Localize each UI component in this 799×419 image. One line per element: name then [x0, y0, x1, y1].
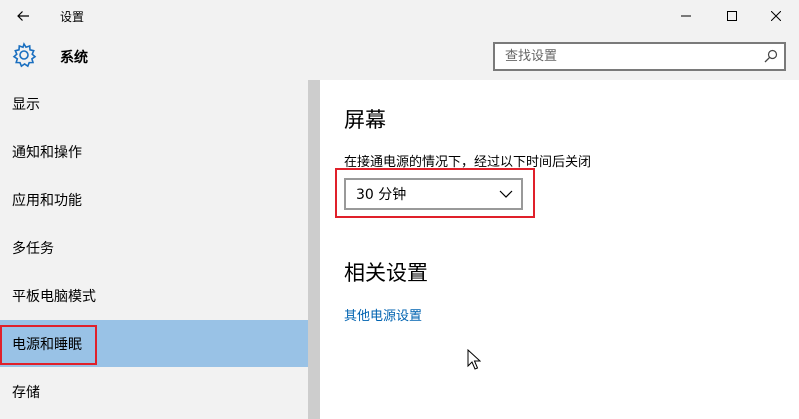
maximize-button[interactable]	[709, 0, 755, 32]
screen-timeout-value: 30 分钟	[356, 187, 407, 203]
sidebar-item-tablet-mode[interactable]: 平板电脑模式	[0, 272, 308, 319]
main-content	[320, 80, 799, 419]
minimize-button[interactable]	[663, 0, 709, 32]
sidebar-item-label: 平板电脑模式	[12, 288, 96, 305]
window-title: 设置	[60, 10, 85, 24]
sidebar-item-label: 显示	[12, 96, 40, 113]
search-box[interactable]	[493, 42, 786, 71]
mouse-cursor-icon	[467, 349, 481, 370]
close-button[interactable]	[753, 0, 799, 32]
gear-icon	[12, 42, 37, 68]
search-icon[interactable]	[764, 49, 778, 63]
sidebar-item-display[interactable]: 显示	[0, 80, 308, 127]
sidebar-item-power-sleep[interactable]: 电源和睡眠	[0, 320, 308, 367]
close-icon	[771, 11, 781, 21]
related-settings-title: 相关设置	[344, 261, 428, 285]
sidebar-item-label: 多任务	[12, 240, 54, 257]
sidebar-item-label: 通知和操作	[12, 144, 82, 161]
chevron-down-icon	[499, 190, 513, 198]
back-button[interactable]	[0, 0, 46, 32]
sidebar-item-storage[interactable]: 存储	[0, 368, 308, 415]
minimize-icon	[681, 15, 691, 17]
page-title: 系统	[60, 50, 88, 66]
sidebar-item-notifications[interactable]: 通知和操作	[0, 128, 308, 175]
sidebar-item-apps[interactable]: 应用和功能	[0, 176, 308, 223]
sidebar-item-label: 电源和睡眠	[12, 336, 82, 353]
arrow-left-icon	[17, 11, 29, 21]
maximize-icon	[727, 11, 737, 21]
screen-section-title: 屏幕	[344, 108, 386, 132]
sidebar-item-label: 存储	[12, 384, 40, 401]
page-header: 系统	[0, 32, 799, 80]
screen-timeout-description: 在接通电源的情况下，经过以下时间后关闭	[344, 155, 592, 170]
screen-timeout-dropdown[interactable]: 30 分钟	[344, 178, 523, 210]
sidebar-item-multitasking[interactable]: 多任务	[0, 224, 308, 271]
additional-power-settings-link[interactable]: 其他电源设置	[344, 305, 422, 324]
sidebar-item-label: 应用和功能	[12, 192, 82, 209]
sidebar-scrollbar[interactable]	[308, 80, 320, 419]
title-bar: 设置	[0, 0, 799, 32]
search-input[interactable]	[495, 44, 757, 69]
